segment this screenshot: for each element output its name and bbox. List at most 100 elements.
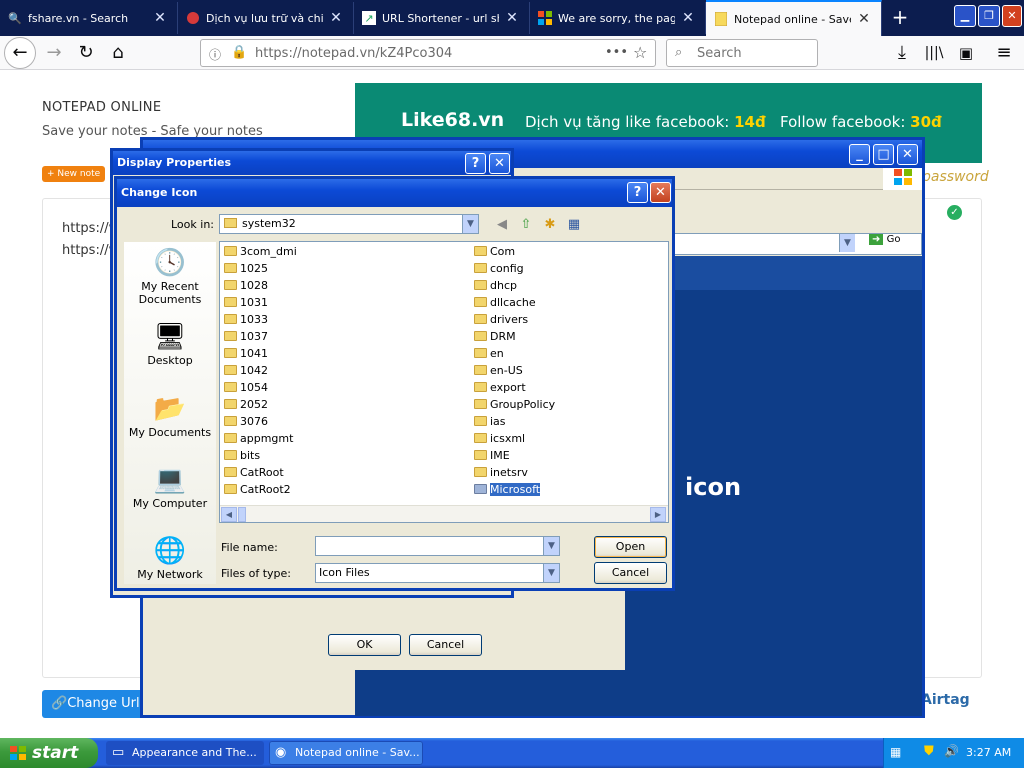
up-folder-icon[interactable]: ⇧: [517, 216, 535, 234]
page-actions-button[interactable]: •••: [605, 45, 628, 60]
folder-item[interactable]: 1028: [224, 278, 268, 294]
folder-item[interactable]: 2052: [224, 397, 268, 413]
reload-button[interactable]: ↻: [72, 40, 100, 66]
bookmark-star-icon[interactable]: ☆: [633, 43, 647, 62]
taskbar-item-appearance[interactable]: ▭ Appearance and The...: [106, 741, 264, 765]
folder-item[interactable]: en-US: [474, 363, 523, 379]
minimize-button[interactable]: ▁: [954, 5, 976, 27]
chevron-down-icon[interactable]: ▼: [543, 537, 559, 555]
new-folder-icon[interactable]: ✱: [541, 216, 559, 234]
menu-icon[interactable]: ≡: [990, 40, 1018, 66]
folder-item[interactable]: 1037: [224, 329, 268, 345]
folder-item[interactable]: CatRoot2: [224, 482, 291, 498]
maximize-button[interactable]: □: [873, 144, 894, 165]
folder-item[interactable]: 1054: [224, 380, 268, 396]
view-menu-icon[interactable]: ▦: [565, 216, 583, 234]
chevron-down-icon[interactable]: ▼: [543, 564, 559, 582]
forward-button[interactable]: →: [40, 40, 68, 66]
folder-item[interactable]: bits: [224, 448, 260, 464]
horizontal-scrollbar[interactable]: ◀ ▶: [220, 505, 668, 522]
folder-item[interactable]: 3com_dmi: [224, 244, 297, 260]
taskbar-item-notepad[interactable]: ◉ Notepad online - Sav...: [269, 741, 423, 765]
home-button[interactable]: ⌂: [104, 40, 132, 66]
back-button[interactable]: ←: [4, 37, 36, 69]
tab-notepad-online[interactable]: Notepad online - Save n ✕: [706, 0, 882, 36]
folder-item[interactable]: appmgmt: [224, 431, 293, 447]
url-text[interactable]: https://notepad.vn/kZ4Pco304: [255, 46, 452, 61]
chevron-down-icon[interactable]: ▼: [839, 234, 855, 252]
info-icon[interactable]: ⓘ: [209, 46, 221, 63]
new-tab-button[interactable]: +: [886, 4, 914, 32]
folder-item[interactable]: Com: [474, 244, 515, 260]
chevron-down-icon[interactable]: ▼: [462, 215, 478, 233]
folder-item[interactable]: drivers: [474, 312, 528, 328]
cancel-button[interactable]: Cancel: [409, 634, 482, 656]
close-icon[interactable]: ✕: [855, 11, 873, 27]
scroll-thumb[interactable]: [238, 507, 246, 522]
folder-item[interactable]: 1033: [224, 312, 268, 328]
password-link[interactable]: password: [922, 169, 989, 185]
close-icon[interactable]: ✕: [151, 10, 169, 26]
place-my-computer[interactable]: 💻 My Computer: [124, 463, 216, 510]
files-of-type-select[interactable]: Icon Files ▼: [315, 563, 560, 583]
folder-item[interactable]: 1031: [224, 295, 268, 311]
place-desktop[interactable]: 🖥 Desktop: [124, 320, 216, 367]
look-in-combo[interactable]: system32 ▼: [219, 214, 479, 234]
close-button[interactable]: ✕: [897, 144, 918, 165]
folder-item[interactable]: config: [474, 261, 524, 277]
search-input[interactable]: ⌕ Search: [666, 39, 818, 67]
tray-arrow-icon[interactable]: ▦: [890, 745, 901, 759]
maximize-button[interactable]: ❐: [978, 5, 1000, 27]
folder-item[interactable]: icsxml: [474, 431, 525, 447]
place-my-network[interactable]: 🌐 My Network: [124, 534, 216, 581]
place-my-documents[interactable]: 📂 My Documents: [124, 392, 216, 439]
folder-item[interactable]: 1042: [224, 363, 268, 379]
go-button[interactable]: ➜ Go: [869, 234, 900, 245]
open-button[interactable]: Open: [594, 536, 667, 558]
minimize-button[interactable]: _: [849, 144, 870, 165]
tab-fshare-search[interactable]: 🔍 fshare.vn - Search ✕: [0, 2, 178, 34]
close-window-button[interactable]: ✕: [1002, 5, 1022, 27]
airtag-link[interactable]: Airtag: [921, 692, 970, 708]
folder-item[interactable]: GroupPolicy: [474, 397, 555, 413]
close-button[interactable]: ✕: [489, 153, 510, 174]
place-recent-documents[interactable]: 🕓 My Recent Documents: [124, 246, 216, 306]
tab-microsoft-sorry[interactable]: We are sorry, the page y ✕: [530, 2, 706, 34]
folder-item[interactable]: dllcache: [474, 295, 536, 311]
folder-item[interactable]: CatRoot: [224, 465, 284, 481]
close-icon[interactable]: ✕: [679, 10, 697, 26]
change-url-button[interactable]: 🔗Change Url: [42, 690, 149, 718]
scroll-right-icon[interactable]: ▶: [650, 507, 666, 522]
help-button[interactable]: ?: [465, 153, 486, 174]
scroll-left-icon[interactable]: ◀: [221, 507, 237, 522]
folder-item[interactable]: en: [474, 346, 504, 362]
file-list[interactable]: 3com_dmi 1025 1028 1031 1033 1037 1041 1042 1054…: [219, 241, 669, 523]
close-button[interactable]: ✕: [650, 182, 671, 203]
security-shield-icon[interactable]: ⛊: [924, 744, 934, 759]
folder-item[interactable]: ias: [474, 414, 506, 430]
back-icon[interactable]: ◀: [493, 216, 511, 234]
folder-item[interactable]: Microsoft: [474, 482, 542, 498]
volume-icon[interactable]: 🔊: [944, 744, 959, 758]
file-name-input[interactable]: ▼: [315, 536, 560, 556]
ok-button[interactable]: OK: [328, 634, 401, 656]
help-button[interactable]: ?: [627, 182, 648, 203]
downloads-icon[interactable]: ⤓: [888, 40, 916, 66]
folder-item[interactable]: 1025: [224, 261, 268, 277]
folder-item[interactable]: 1041: [224, 346, 268, 362]
close-icon[interactable]: ✕: [327, 10, 345, 26]
folder-item[interactable]: 3076: [224, 414, 268, 430]
folder-item[interactable]: dhcp: [474, 278, 517, 294]
sidebar-icon[interactable]: ▣: [952, 40, 980, 66]
library-icon[interactable]: |||\: [920, 40, 948, 66]
url-bar[interactable]: ⓘ 🔒 https://notepad.vn/kZ4Pco304 ••• ☆: [200, 39, 656, 67]
folder-item[interactable]: export: [474, 380, 526, 396]
tab-url-shortener[interactable]: ↗ URL Shortener - url short ✕: [354, 2, 530, 34]
close-icon[interactable]: ✕: [503, 10, 521, 26]
folder-item[interactable]: DRM: [474, 329, 516, 345]
tab-fshare-storage[interactable]: Dịch vụ lưu trữ và chia s ✕: [178, 2, 354, 34]
folder-item[interactable]: inetsrv: [474, 465, 528, 481]
cancel-button[interactable]: Cancel: [594, 562, 667, 584]
folder-item[interactable]: IME: [474, 448, 510, 464]
new-note-button[interactable]: + New note: [42, 166, 106, 182]
